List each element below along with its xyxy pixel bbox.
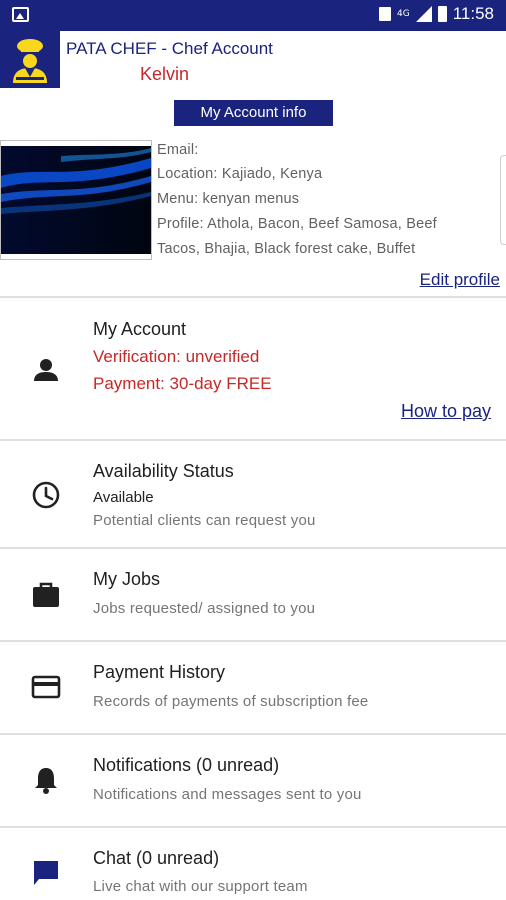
my-account-info-button[interactable]: My Account info	[174, 100, 333, 126]
chef-icon	[13, 39, 47, 83]
my-jobs-subtitle: Jobs requested/ assigned to you	[93, 600, 316, 617]
app-header: PATA CHEF - Chef Account Kelvin	[0, 31, 506, 91]
divider	[0, 826, 506, 828]
availability-title: Availability Status	[93, 461, 234, 481]
clock-icon	[32, 481, 60, 509]
divider	[0, 547, 506, 549]
app-title: PATA CHEF - Chef Account	[66, 39, 273, 58]
availability-subtitle: Potential clients can request you	[93, 512, 316, 529]
person-icon	[34, 359, 58, 381]
signal-icon	[415, 6, 432, 22]
battery-icon	[437, 6, 447, 22]
credit-card-icon	[31, 675, 61, 699]
profile-menu: Menu: kenyan menus	[157, 191, 300, 207]
chat-title: Chat (0 unread)	[93, 848, 220, 868]
notifications-title: Notifications (0 unread)	[93, 755, 280, 775]
profile-dishes-line2: Tacos, Bhajia, Black forest cake, Buffet	[157, 241, 416, 257]
status-time: 11:58	[452, 4, 494, 23]
divider	[0, 733, 506, 735]
sim-icon	[379, 7, 392, 21]
payment-history-title: Payment History	[93, 662, 226, 682]
profile-location: Location: Kajiado, Kenya	[157, 166, 323, 182]
4g-icon: 4G	[397, 8, 410, 19]
scrollbar[interactable]	[500, 155, 506, 245]
chef-logo	[0, 31, 60, 88]
how-to-pay-link[interactable]: How to pay	[401, 401, 491, 422]
chat-subtitle: Live chat with our support team	[93, 878, 308, 895]
notifications-subtitle: Notifications and messages sent to you	[93, 786, 362, 803]
briefcase-icon	[33, 582, 59, 607]
bell-icon	[35, 768, 57, 794]
divider	[0, 640, 506, 642]
profile-email: Email:	[157, 142, 199, 158]
divider	[0, 296, 506, 298]
chat-icon	[34, 861, 58, 885]
verification-status: Verification: unverified	[93, 347, 260, 366]
edit-profile-link[interactable]: Edit profile	[420, 270, 500, 290]
profile-dishes-line1: Profile: Athola, Bacon, Beef Samosa, Bee…	[157, 216, 437, 232]
user-name: Kelvin	[140, 64, 190, 84]
status-bar: 4G 11:58	[0, 0, 506, 31]
my-jobs-title: My Jobs	[93, 569, 161, 589]
profile-image[interactable]	[0, 140, 152, 260]
gallery-icon	[12, 7, 29, 22]
divider	[0, 439, 506, 441]
my-account-title: My Account	[93, 319, 187, 339]
payment-history-subtitle: Records of payments of subscription fee	[93, 693, 369, 710]
availability-status: Available	[93, 489, 154, 506]
payment-status: Payment: 30-day FREE	[93, 374, 272, 393]
